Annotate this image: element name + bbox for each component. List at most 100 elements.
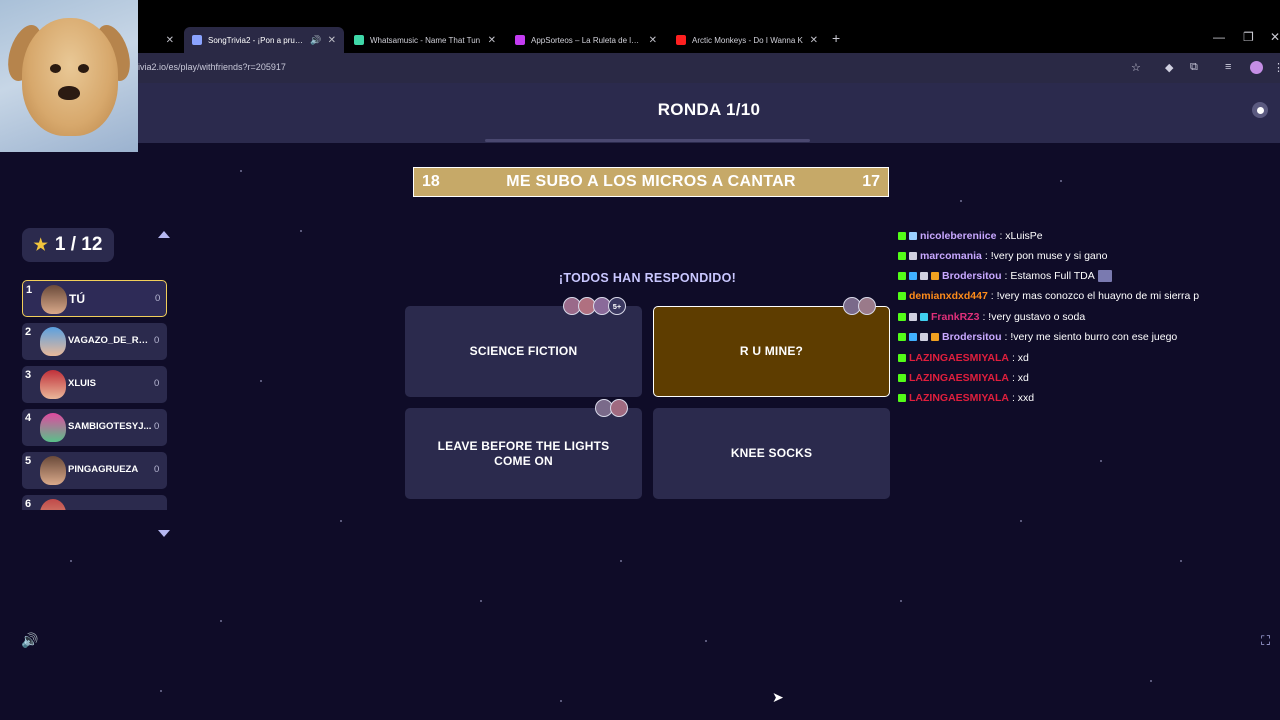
crown-badge-icon [931,333,939,341]
tab-appsorteos[interactable]: AppSorteos – La Ruleta de la S ✕ [507,27,665,53]
webcam-overlay [0,0,138,152]
scroll-down-icon[interactable] [158,530,170,537]
tab-whatsamusic[interactable]: Whatsamusic - Name That Tun ✕ [346,27,504,53]
emote-icon [1097,270,1112,282]
player-position: 6 [25,498,32,510]
tab-youtube[interactable]: Arctic Monkeys - Do I Wanna K ✕ [668,27,826,53]
background-star [240,170,242,172]
chat-text: : xLuisPe [999,230,1043,242]
fullscreen-icon[interactable]: ⛶ [1261,633,1270,649]
player-position: 5 [25,455,32,467]
volume-icon[interactable]: 🔊 [21,632,38,649]
kick-badge-icon [898,272,906,280]
answer-option-knee-socks[interactable]: KNEE SOCKS [653,408,890,499]
chat-username: FrankRZ3 [931,311,980,323]
background-star [620,560,622,562]
close-icon[interactable]: ✕ [488,35,496,46]
player-score: 0 [154,421,160,432]
chat-text: : !very gustavo o soda [982,311,1086,323]
avatar [40,370,66,399]
settings-button[interactable] [1252,102,1268,118]
chat-message: LAZINGAESMIYALA : xd [898,368,1280,388]
chat-text: : xd [1011,372,1029,384]
player-row: 4 SAMBIGOTESYJ... 0 [22,409,167,446]
avatar [40,413,66,442]
answer-label: LEAVE BEFORE THE LIGHTS COME ON [437,438,610,468]
tab-title: Whatsamusic - Name That Tun [370,35,481,45]
kick-badge-icon [898,252,906,260]
dog-eye [50,64,61,73]
hint-right-number: 17 [862,173,880,190]
url-text[interactable]: ivia2.io/es/play/withfriends?r=205917 [138,62,286,72]
close-icon[interactable]: ✕ [810,35,818,46]
background-star [160,690,162,692]
chat-text: : !very me siento burro con ese juego [1004,331,1178,343]
answer-option-science-fiction[interactable]: SCIENCE FICTION [405,306,642,397]
chat-username: nicolebereniice [920,230,997,242]
restore-icon[interactable]: ❐ [1243,30,1254,44]
background-star [260,380,262,382]
player-name: XLUIS [68,378,96,389]
gift-badge-icon [920,313,928,321]
tab-title: SongTrivia2 - ¡Pon a prueba [208,35,305,45]
game-header: RONDA 1/10 [138,83,1280,143]
kick-badge-icon [898,292,906,300]
background-star [480,600,482,602]
voters-group: 5+ [563,297,626,315]
sub-badge-icon [909,232,917,240]
voters-group [843,297,876,315]
background-star [340,520,342,522]
tab-songtrivia[interactable]: SongTrivia2 - ¡Pon a prueba 🔊 ✕ [184,27,344,53]
appsorteos-favicon-icon [515,35,525,45]
extension-diamond-icon[interactable]: ◆ [1165,61,1173,74]
player-name: VAGAZO_DE_RE... [68,335,152,346]
kick-badge-icon [898,333,906,341]
answer-option-r-u-mine[interactable]: R U MINE? [653,306,890,397]
all-answered-status: ¡TODOS HAN RESPONDIDO! [558,271,737,285]
player-name: SAMBIGOTESYJ... [68,421,152,432]
scroll-up-icon[interactable] [158,231,170,238]
player-score: 0 [155,293,161,304]
kick-badge-icon [898,232,906,240]
menu-icon[interactable]: ⋮ [1273,61,1280,74]
crown-badge-icon [931,272,939,280]
songtrivia-favicon-icon [192,35,202,45]
player-row: 6 [22,495,167,510]
minimize-icon[interactable]: — [1213,30,1225,44]
speaker-icon[interactable]: 🔊 [310,35,321,46]
sub-badge-icon [920,333,928,341]
player-row: 5 PINGAGRUEZA 0 [22,452,167,489]
answer-option-leave-before-the-lights-come-on[interactable]: LEAVE BEFORE THE LIGHTS COME ON [405,408,642,499]
sub-badge-icon [909,252,917,260]
answer-label: SCIENCE FICTION [469,344,578,358]
extensions-puzzle-icon[interactable]: ⧉ [1190,61,1198,74]
round-title: RONDA 1/10 [657,100,761,119]
chat-text: : xd [1011,352,1029,364]
mouse-cursor-icon: ➤ [772,689,784,705]
more-voters-badge: 5+ [608,297,626,315]
bookmark-star-icon[interactable]: ☆ [1131,61,1141,74]
background-star [1180,560,1182,562]
close-icon[interactable]: ✕ [649,35,657,46]
rank-text: 1 / 12 [54,234,103,255]
rank-box: ★ 1 / 12 [22,228,114,262]
new-tab-icon[interactable]: + [832,30,840,46]
chat-text: : !very mas conozco el huayno de mi sier… [990,290,1200,302]
background-star [900,600,902,602]
dog-nose [58,86,80,100]
close-icon[interactable]: ✕ [166,35,174,46]
background-star [220,620,222,622]
close-icon[interactable]: ✕ [328,35,336,46]
reading-list-icon[interactable]: ≡ [1225,61,1231,73]
chat-username: LAZINGAESMIYALA [909,372,1009,384]
close-window-icon[interactable]: ✕ [1270,30,1280,44]
chat-message: demianxdxd447 : !very mas conozco el hua… [898,286,1280,306]
tab-title: AppSorteos – La Ruleta de la S [531,35,643,45]
answer-label: R U MINE? [739,344,804,358]
dog-eye [78,64,89,73]
tab-partial[interactable]: ✕ [137,27,182,53]
background-star [300,230,302,232]
profile-avatar[interactable] [1250,61,1263,74]
avatar [40,327,66,356]
voter-avatar [858,297,876,315]
